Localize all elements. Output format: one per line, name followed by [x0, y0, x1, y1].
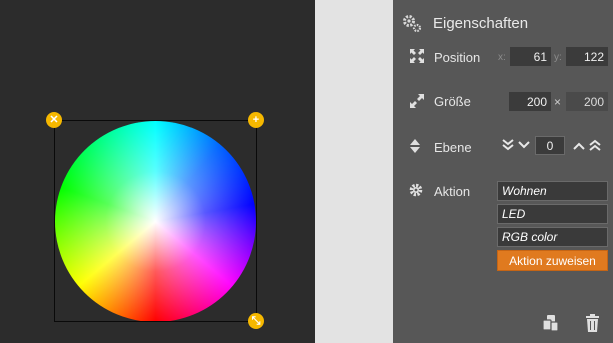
layer-input[interactable]: 0	[535, 136, 565, 155]
resize-icon	[409, 93, 425, 109]
bring-to-front-icon[interactable]	[589, 138, 601, 152]
gutter	[315, 0, 393, 343]
canvas[interactable]: ✕ + ⤡	[0, 0, 315, 343]
y-label: y:	[554, 52, 562, 63]
move-up-icon[interactable]	[573, 141, 585, 151]
x-label: x:	[498, 52, 506, 63]
action-label: Aktion	[434, 184, 471, 199]
move-down-icon[interactable]	[518, 140, 530, 150]
position-y-input[interactable]: 122	[566, 47, 608, 66]
panel-title: Eigenschaften	[433, 15, 529, 32]
action-item-wohnen[interactable]: Wohnen	[497, 181, 608, 201]
width-input[interactable]: 200	[509, 92, 551, 111]
assign-action-button[interactable]: Aktion zuweisen	[497, 250, 608, 271]
trash-icon[interactable]	[585, 314, 600, 332]
close-handle-icon[interactable]: ✕	[46, 112, 62, 128]
send-to-back-icon[interactable]	[502, 138, 514, 152]
action-item-led[interactable]: LED	[497, 204, 608, 224]
position-x-input[interactable]: 61	[510, 47, 551, 66]
size-separator: ×	[554, 95, 562, 109]
copy-icon[interactable]	[542, 314, 559, 332]
sort-icon	[409, 138, 421, 154]
size-label: Größe	[434, 94, 471, 109]
layer-label: Ebene	[434, 140, 472, 155]
resize-handle-icon[interactable]: ⤡	[248, 313, 264, 329]
gears-icon	[402, 13, 422, 33]
selection-box[interactable]	[54, 120, 257, 322]
add-handle-icon[interactable]: +	[248, 112, 264, 128]
height-input[interactable]: 200	[566, 92, 608, 111]
move-icon	[409, 48, 425, 64]
position-label: Position	[434, 50, 481, 65]
gear-icon	[409, 183, 423, 197]
action-item-rgb-color[interactable]: RGB color	[497, 227, 608, 247]
properties-panel: Eigenschaften Position x: 61 y: 122 Größ…	[393, 0, 613, 343]
